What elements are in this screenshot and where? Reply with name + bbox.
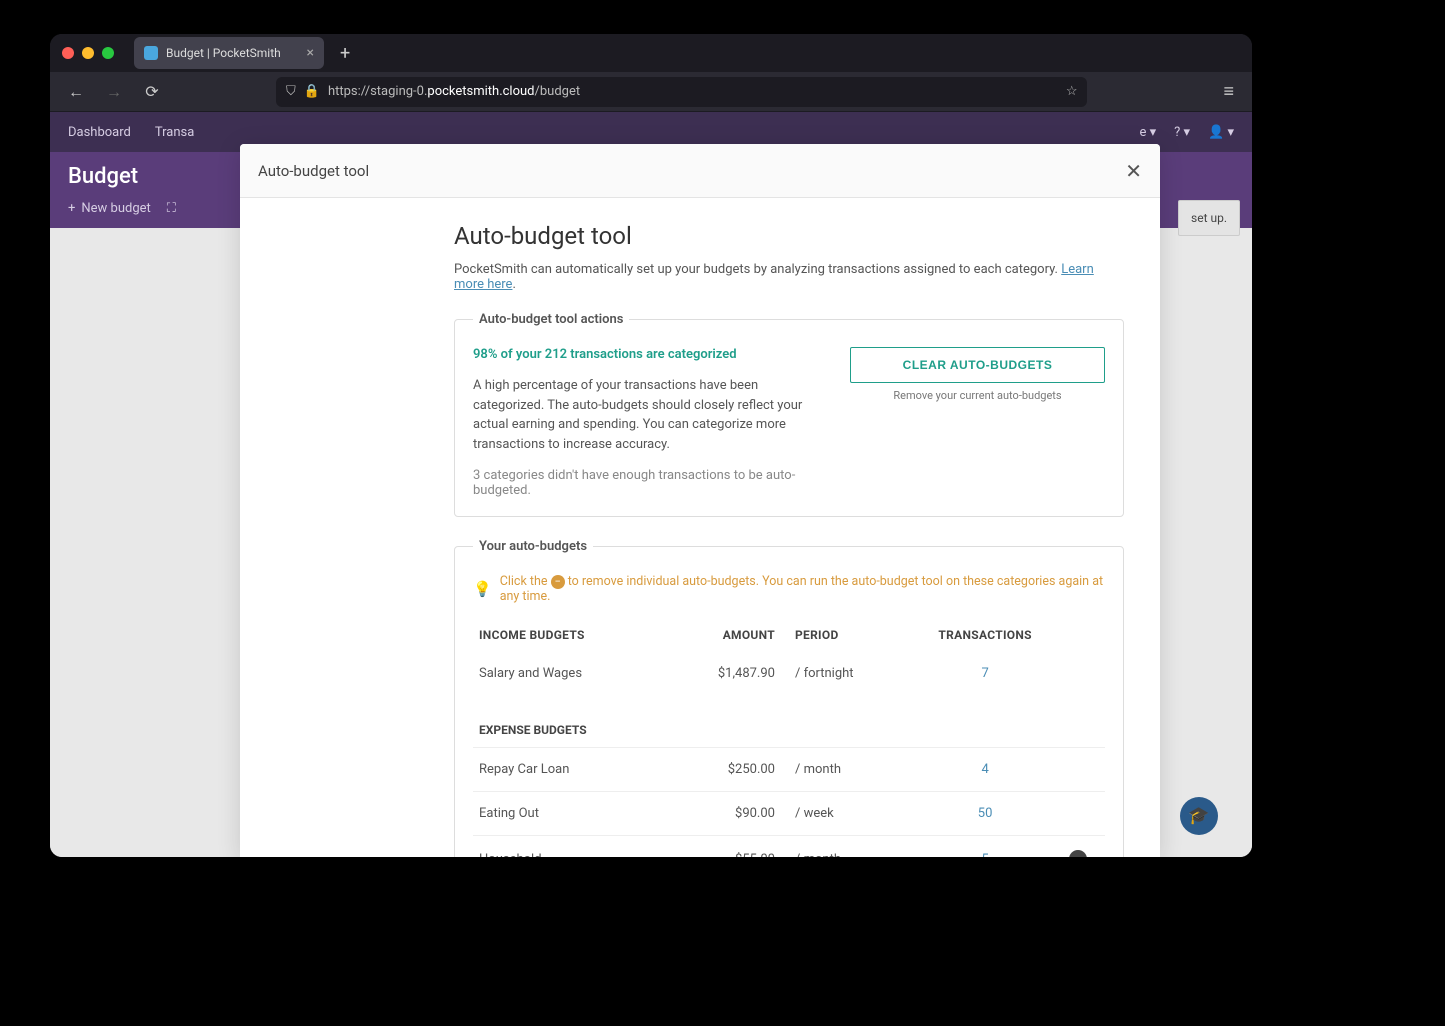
window-close[interactable] xyxy=(62,47,74,59)
url-bar[interactable]: ⛉ 🔒 https://staging-0.pocketsmith.cloud/… xyxy=(276,77,1087,107)
clear-auto-budgets-button[interactable]: CLEAR AUTO-BUDGETS xyxy=(850,347,1105,383)
url-text: https://staging-0.pocketsmith.cloud/budg… xyxy=(328,84,580,99)
transactions-link[interactable]: 50 xyxy=(978,806,993,821)
academy-fab[interactable]: 🎓 xyxy=(1180,797,1218,835)
lightbulb-icon: 💡 xyxy=(473,580,492,598)
expense-header: EXPENSE BUDGETS xyxy=(473,695,1105,748)
col-period: PERIOD xyxy=(789,618,920,652)
budgets-legend: Your auto-budgets xyxy=(473,539,593,554)
col-transactions: TRANSACTIONS xyxy=(920,618,1051,652)
nav-item-transactions[interactable]: Transa xyxy=(155,125,194,140)
modal-body: Auto-budget tool PocketSmith can automat… xyxy=(240,198,1160,857)
col-amount: AMOUNT xyxy=(691,618,789,652)
budget-transactions: 7 xyxy=(920,652,1051,695)
actions-fieldset: Auto-budget tool actions 98% of your 212… xyxy=(454,312,1124,517)
remove-budget-icon[interactable]: − xyxy=(1069,850,1087,857)
bookmark-icon[interactable]: ☆ xyxy=(1066,84,1078,99)
table-row: Eating Out$90.00/ week 50 xyxy=(473,792,1105,836)
budget-name: Household xyxy=(473,836,691,858)
back-button[interactable]: ← xyxy=(62,82,90,102)
budget-transactions: 50 xyxy=(920,792,1051,836)
tab-title: Budget | PocketSmith xyxy=(166,46,281,60)
not-enough-line: 3 categories didn't have enough transact… xyxy=(473,468,826,498)
expand-icon[interactable]: ⛶ xyxy=(167,201,176,216)
budget-period: / month xyxy=(789,836,920,858)
budget-name: Eating Out xyxy=(473,792,691,836)
shield-icon: ⛉ xyxy=(286,84,296,99)
transactions-link[interactable]: 5 xyxy=(981,852,988,858)
budget-period: / month xyxy=(789,748,920,792)
transactions-link[interactable]: 4 xyxy=(981,762,988,777)
user-icon[interactable]: 👤 ▾ xyxy=(1208,125,1234,140)
budget-amount: $250.00 xyxy=(691,748,789,792)
tip-row: 💡 Click the − to remove individual auto-… xyxy=(473,574,1105,604)
info-text: A high percentage of your transactions h… xyxy=(473,376,826,454)
lock-icon: 🔒 xyxy=(304,84,320,99)
plus-icon: + xyxy=(68,201,75,216)
budget-amount: $1,487.90 xyxy=(691,652,789,695)
budget-transactions: 5 xyxy=(920,836,1051,858)
new-tab-button[interactable]: + xyxy=(332,43,358,64)
setup-tip: set up. xyxy=(1178,200,1240,236)
modal-intro: PocketSmith can automatically set up you… xyxy=(454,262,1124,292)
forward-button[interactable]: → xyxy=(100,82,128,102)
budgets-table: INCOME BUDGETS AMOUNT PERIOD TRANSACTION… xyxy=(473,618,1105,857)
table-row: Salary and Wages$1,487.90/ fortnight 7 xyxy=(473,652,1105,695)
modal-header-title: Auto-budget tool xyxy=(258,162,369,180)
window-minimize[interactable] xyxy=(82,47,94,59)
categorized-line: 98% of your 212 transactions are categor… xyxy=(473,347,826,362)
modal-title: Auto-budget tool xyxy=(454,222,1124,250)
budget-amount: $90.00 xyxy=(691,792,789,836)
transactions-link[interactable]: 7 xyxy=(981,666,988,681)
browser-window: Budget | PocketSmith × + ← → ⟳ ⛉ 🔒 https… xyxy=(50,34,1252,857)
budget-amount: $55.00 xyxy=(691,836,789,858)
traffic-lights xyxy=(62,47,114,59)
budget-transactions: 4 xyxy=(920,748,1051,792)
window-zoom[interactable] xyxy=(102,47,114,59)
titlebar: Budget | PocketSmith × + xyxy=(50,34,1252,72)
help-icon[interactable]: ? ▾ xyxy=(1174,125,1190,140)
new-budget-button[interactable]: + New budget xyxy=(68,201,151,216)
app-menu-button[interactable]: ≡ xyxy=(1217,81,1240,102)
budget-name: Repay Car Loan xyxy=(473,748,691,792)
actions-legend: Auto-budget tool actions xyxy=(473,312,629,327)
budget-period: / week xyxy=(789,792,920,836)
col-name: INCOME BUDGETS xyxy=(473,618,691,652)
budget-period: / fortnight xyxy=(789,652,920,695)
nav-dropdown[interactable]: e ▾ xyxy=(1140,125,1157,140)
budget-name: Salary and Wages xyxy=(473,652,691,695)
minus-icon: − xyxy=(551,575,565,589)
favicon-icon xyxy=(144,46,158,60)
tab-close-icon[interactable]: × xyxy=(307,45,314,61)
modal-close-button[interactable]: ✕ xyxy=(1125,159,1142,183)
clear-subtext: Remove your current auto-budgets xyxy=(850,389,1105,402)
modal-header: Auto-budget tool ✕ xyxy=(240,144,1160,198)
browser-tab[interactable]: Budget | PocketSmith × xyxy=(134,37,324,69)
browser-toolbar: ← → ⟳ ⛉ 🔒 https://staging-0.pocketsmith.… xyxy=(50,72,1252,112)
nav-item-dashboard[interactable]: Dashboard xyxy=(68,125,131,140)
auto-budget-modal: Auto-budget tool ✕ Auto-budget tool Pock… xyxy=(240,144,1160,857)
table-row: Household$55.00/ month 5 − xyxy=(473,836,1105,858)
budgets-fieldset: Your auto-budgets 💡 Click the − to remov… xyxy=(454,539,1124,857)
reload-button[interactable]: ⟳ xyxy=(138,82,166,101)
table-row: Repay Car Loan$250.00/ month 4 xyxy=(473,748,1105,792)
